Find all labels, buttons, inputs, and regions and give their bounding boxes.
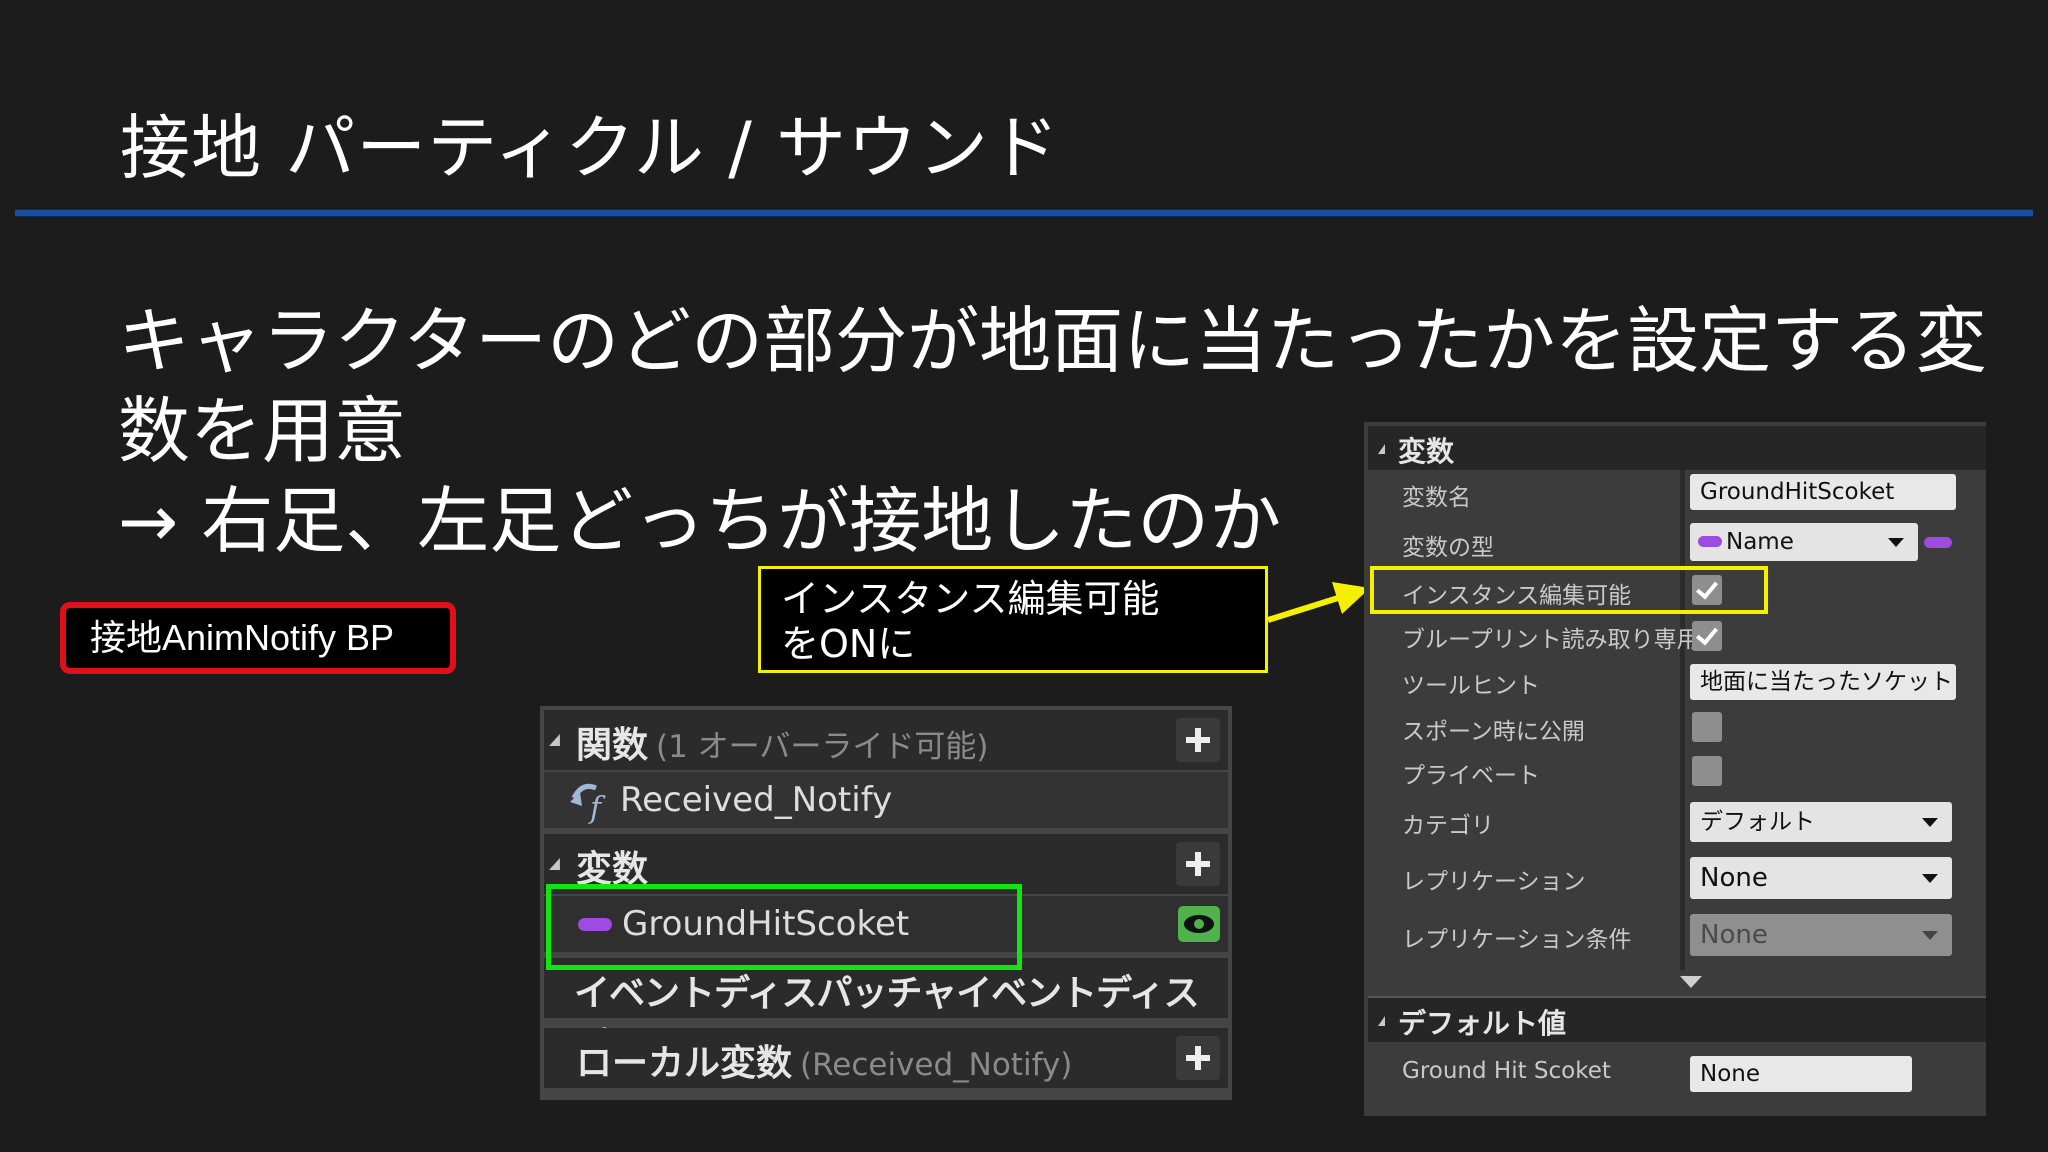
chevron-down-icon xyxy=(1922,874,1938,883)
advanced-expand-arrow-icon[interactable] xyxy=(1680,976,1702,988)
bp-readonly-label: ブループリント読み取り専用 xyxy=(1402,627,1700,653)
tooltip-field[interactable]: 地面に当たったソケット xyxy=(1690,664,1956,700)
private-checkbox[interactable] xyxy=(1692,756,1722,786)
add-variable-button[interactable] xyxy=(1176,842,1220,886)
default-value-label: Ground Hit Scoket xyxy=(1402,1058,1611,1084)
default-section-header[interactable]: デフォルト値 xyxy=(1368,998,1986,1042)
functions-header[interactable]: 関数 (1 オーバーライド可能) xyxy=(544,710,1228,770)
replication-condition-dropdown: None xyxy=(1690,914,1952,956)
anim-notify-bp-label: 接地AnimNotify BP xyxy=(60,602,456,674)
local-variables-note: (Received_Notify) xyxy=(800,1047,1073,1083)
replication-condition-label: レプリケーション条件 xyxy=(1402,927,1632,953)
var-name-label: 変数名 xyxy=(1402,485,1471,511)
container-type-pill-icon[interactable] xyxy=(1924,537,1952,548)
callout-line-2: をONに xyxy=(781,622,916,666)
section-divider xyxy=(1368,996,1986,998)
body-line-3: → 右足、左足どっちが接地したのか xyxy=(118,479,1282,563)
slide-title: 接地 パーティクル / サウンド xyxy=(120,107,1061,189)
local-variables-label: ローカル変数 xyxy=(576,1043,793,1084)
variable-section-header[interactable]: 変数 xyxy=(1368,426,1986,470)
variable-highlight-box xyxy=(546,884,1022,970)
function-override-icon: f xyxy=(570,783,606,824)
eye-icon[interactable] xyxy=(1178,906,1220,942)
chevron-down-icon xyxy=(1888,538,1904,547)
bp-readonly-checkbox[interactable] xyxy=(1692,621,1722,651)
functions-header-label: 関数 xyxy=(576,725,649,766)
function-item-received-notify[interactable]: f Received_Notify xyxy=(544,772,1228,828)
default-value-field[interactable]: None xyxy=(1690,1056,1912,1092)
replication-dropdown[interactable]: None xyxy=(1690,857,1952,899)
function-item-label: Received_Notify xyxy=(620,780,893,820)
chevron-down-icon xyxy=(1922,931,1938,940)
chevron-down-icon xyxy=(1922,818,1938,827)
private-label: プライベート xyxy=(1402,763,1540,789)
collapse-triangle-icon[interactable] xyxy=(1378,1016,1385,1026)
category-label: カテゴリ xyxy=(1402,813,1494,839)
details-column-divider[interactable] xyxy=(1680,470,1685,970)
collapse-triangle-icon[interactable] xyxy=(549,734,560,746)
callout-line-1: インスタンス編集可能 xyxy=(781,577,1160,621)
add-function-button[interactable] xyxy=(1176,718,1220,762)
default-section-label: デフォルト値 xyxy=(1398,1007,1567,1040)
tooltip-label: ツールヒント xyxy=(1402,673,1540,699)
callout-box: インスタンス編集可能 をONに xyxy=(758,566,1268,673)
var-name-field[interactable]: GroundHitScoket xyxy=(1690,474,1956,510)
instance-editable-highlight-box xyxy=(1370,566,1768,614)
add-local-variable-button[interactable] xyxy=(1176,1036,1220,1080)
name-type-pill-icon xyxy=(1698,536,1722,547)
category-value: デフォルト xyxy=(1700,809,1815,835)
callout-arrow-icon xyxy=(1267,582,1370,623)
functions-override-note: (1 オーバーライド可能) xyxy=(656,729,989,765)
expose-spawn-label: スポーン時に公開 xyxy=(1402,719,1585,745)
category-dropdown[interactable]: デフォルト xyxy=(1690,802,1952,842)
var-type-label: 変数の型 xyxy=(1402,535,1494,561)
replication-value: None xyxy=(1700,863,1768,893)
svg-text:f: f xyxy=(588,791,606,824)
collapse-triangle-icon[interactable] xyxy=(1378,444,1385,454)
replication-condition-value: None xyxy=(1700,920,1768,950)
variable-section-label: 変数 xyxy=(1398,435,1455,468)
collapse-triangle-icon[interactable] xyxy=(549,858,560,870)
local-variables-header[interactable]: ローカル変数 (Received_Notify) xyxy=(544,1028,1228,1088)
title-rule xyxy=(15,209,2033,217)
var-type-dropdown[interactable]: Name xyxy=(1690,523,1918,561)
var-type-value: Name xyxy=(1726,529,1794,555)
replication-label: レプリケーション xyxy=(1402,869,1586,895)
expose-spawn-checkbox[interactable] xyxy=(1692,712,1722,742)
